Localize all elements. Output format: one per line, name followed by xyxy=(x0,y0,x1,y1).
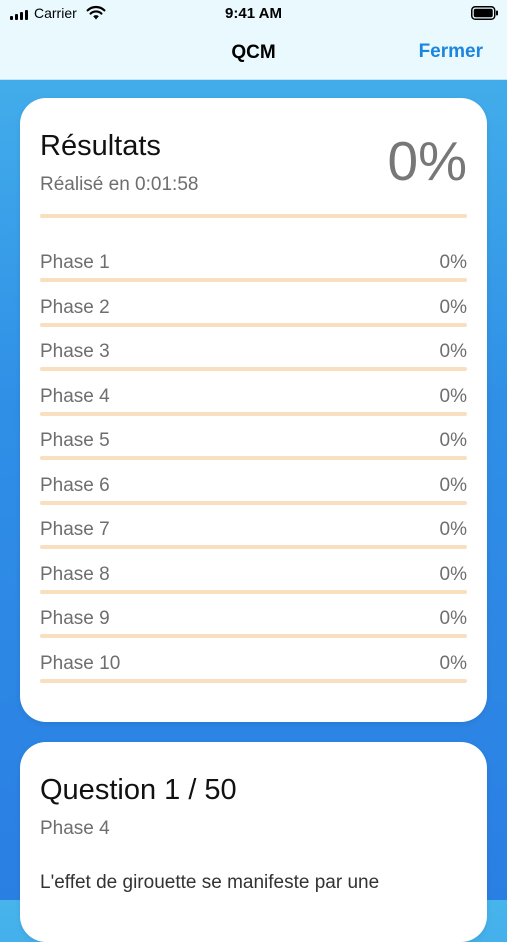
phase-label: Phase 3 xyxy=(40,341,110,362)
phase-row: Phase 4 0% xyxy=(20,384,487,429)
phase-row: Phase 1 0% xyxy=(20,250,487,295)
results-card: Résultats Réalisé en 0:01:58 0% Phase 1 … xyxy=(20,98,487,722)
status-time: 9:41 AM xyxy=(225,5,282,22)
phase-progress-bar xyxy=(40,589,467,594)
phase-value: 0% xyxy=(439,608,467,629)
phase-label: Phase 9 xyxy=(40,608,110,629)
phase-label: Phase 8 xyxy=(40,563,110,585)
phase-label: Phase 7 xyxy=(40,519,110,540)
phase-row: Phase 3 0% xyxy=(20,339,487,384)
phase-progress-bar xyxy=(40,500,467,505)
phase-value: 0% xyxy=(439,430,467,451)
phase-progress-bar xyxy=(40,367,467,371)
question-title: Question 1 / 50 xyxy=(40,774,237,806)
phase-row: Phase 7 0% xyxy=(20,517,487,562)
phase-value: 0% xyxy=(439,519,467,540)
phase-progress-bar xyxy=(40,545,467,549)
phase-value: 0% xyxy=(439,341,467,362)
question-text: L'effet de girouette se manifeste par un… xyxy=(40,872,380,893)
phase-value: 0% xyxy=(439,563,467,585)
phase-row: Phase 5 0% xyxy=(20,428,487,473)
question-phase: Phase 4 xyxy=(40,818,110,839)
phase-label: Phase 5 xyxy=(40,430,110,451)
phase-value: 0% xyxy=(439,652,467,674)
phase-label: Phase 4 xyxy=(40,385,110,407)
overall-progress-bar xyxy=(40,214,467,218)
phase-row: Phase 8 0% xyxy=(20,562,487,607)
phase-list: Phase 1 0% Phase 2 0% Phase 3 0% Phase 4… xyxy=(20,250,487,695)
top-bar: Carrier 9:41 AM QCM Fermer xyxy=(0,0,507,80)
results-title: Résultats xyxy=(40,130,161,162)
phase-label: Phase 1 xyxy=(40,252,110,273)
phase-value: 0% xyxy=(439,474,467,496)
question-card: Question 1 / 50 Phase 4 L'effet de girou… xyxy=(20,742,487,942)
results-score: 0% xyxy=(387,130,468,192)
phase-progress-bar xyxy=(40,678,467,683)
phase-row: Phase 6 0% xyxy=(20,473,487,518)
status-bar: Carrier 9:41 AM xyxy=(0,0,507,28)
phase-row: Phase 9 0% xyxy=(20,606,487,651)
phase-row: Phase 10 0% xyxy=(20,651,487,696)
phase-label: Phase 10 xyxy=(40,652,121,674)
battery-icon xyxy=(471,6,498,20)
phase-value: 0% xyxy=(439,252,467,273)
phase-progress-bar xyxy=(40,411,467,416)
phase-label: Phase 6 xyxy=(40,474,110,496)
phase-value: 0% xyxy=(439,385,467,407)
phase-progress-bar xyxy=(40,278,467,282)
phase-label: Phase 2 xyxy=(40,296,110,318)
phase-value: 0% xyxy=(439,296,467,318)
results-duration: Réalisé en 0:01:58 xyxy=(40,174,199,195)
close-button[interactable]: Fermer xyxy=(419,41,483,63)
phase-progress-bar xyxy=(40,634,467,638)
phase-row: Phase 2 0% xyxy=(20,295,487,340)
phase-progress-bar xyxy=(40,456,467,460)
phase-progress-bar xyxy=(40,322,467,327)
